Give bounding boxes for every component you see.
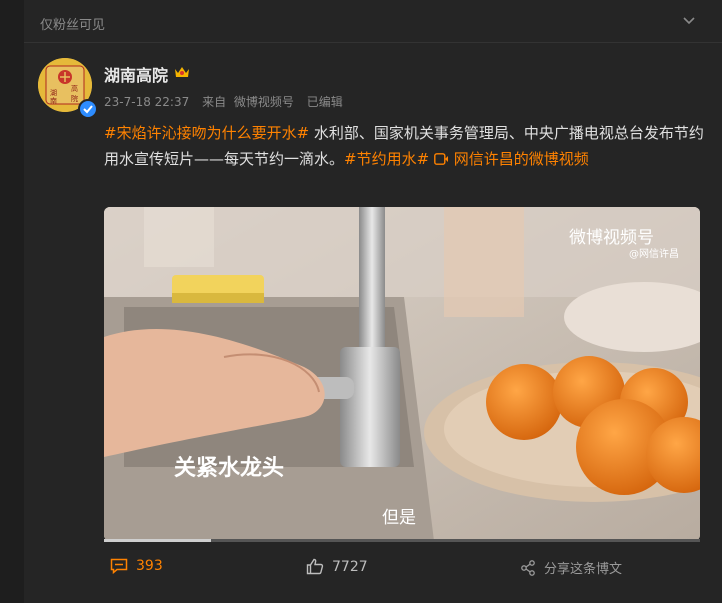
video-progress-bar[interactable] [104,539,700,542]
post-text: #宋焰许沁接吻为什么要开水# 水利部、国家机关事务管理局、中央广播电视总台发布节… [104,120,704,172]
video-link-label: 网信许昌的微博视频 [448,150,589,168]
chevron-down-icon[interactable] [682,13,696,32]
verified-badge-icon [78,99,98,119]
action-bar: 393 7727 分享这条博文 [104,558,700,588]
svg-text:院: 院 [71,94,78,103]
comment-button[interactable]: 393 [110,558,163,574]
username[interactable]: 湖南高院 [104,62,168,86]
svg-text:高: 高 [71,84,78,93]
edited-label: 已编辑 [306,95,343,109]
video-progress-fill [104,539,212,542]
share-button[interactable]: 分享这条博文 [520,558,622,577]
comment-icon [110,558,128,574]
share-icon [521,559,535,576]
video-watermark-sub: @网信许昌 [629,248,679,260]
post-time[interactable]: 23-7-18 22:37 [104,95,189,109]
thumbs-up-icon [306,558,324,575]
share-label: 分享这条博文 [544,562,623,577]
visibility-bar: 仅粉丝可见 [24,0,722,43]
video-watermark: 微博视频号 [569,228,654,248]
like-button[interactable]: 7727 [306,558,368,575]
hashtag-2[interactable]: #节约用水# [344,150,429,168]
post-meta: 23-7-18 22:37 来自 微博视频号 已编辑 [104,93,352,110]
video-player[interactable]: 微博视频号 @网信许昌 关紧水龙头 但是 [104,207,700,541]
hashtag-1[interactable]: #宋焰许沁接吻为什么要开水# [104,124,309,142]
like-count: 7727 [332,558,368,575]
fans-only-label: 仅粉丝可见 [40,18,106,33]
video-caption: 关紧水龙头 [174,456,284,481]
video-link[interactable]: 网信许昌的微博视频 [434,150,589,168]
source-link[interactable]: 微博视频号 [234,95,294,109]
video-link-icon [434,153,448,165]
comment-count: 393 [136,558,163,574]
crown-badge-icon [174,64,190,83]
video-subtitle: 但是 [382,508,416,528]
svg-text:湖: 湖 [50,88,57,97]
source-prefix: 来自 [202,95,227,109]
svg-text:南: 南 [50,96,57,105]
